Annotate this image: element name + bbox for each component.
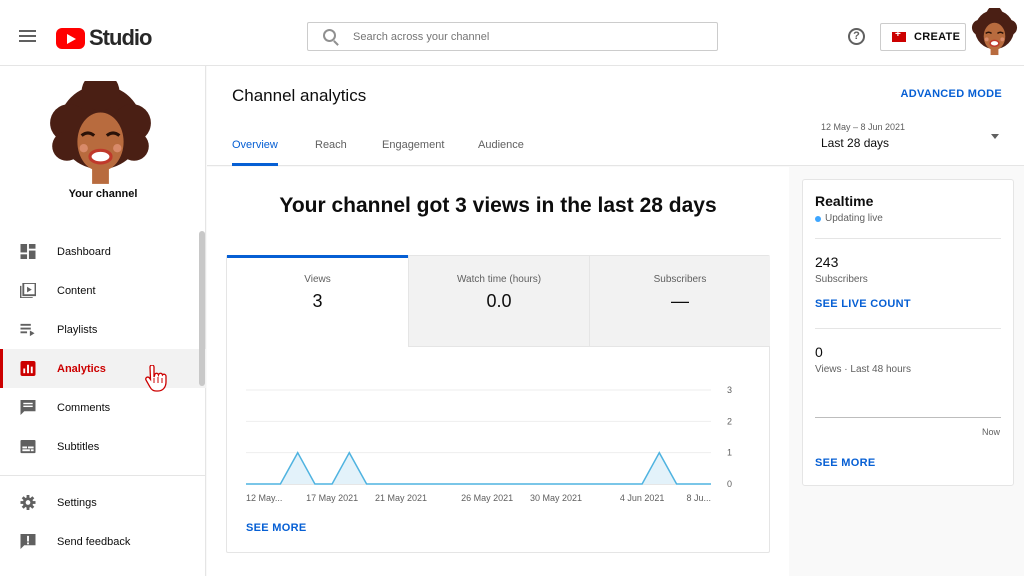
sidebar-item-label: Content xyxy=(57,284,96,297)
realtime-status-text: Updating live xyxy=(825,213,883,224)
realtime-status: Updating live xyxy=(815,213,883,224)
metric-label: Views xyxy=(304,274,331,285)
comments-icon xyxy=(20,400,36,415)
sidebar-item-dashboard[interactable]: Dashboard xyxy=(0,232,206,271)
menu-icon[interactable] xyxy=(19,30,36,42)
settings-icon xyxy=(20,495,36,510)
divider xyxy=(815,238,1001,239)
pointer-hand-icon xyxy=(145,365,167,392)
subscriber-label: Subscribers xyxy=(815,274,868,285)
series-line xyxy=(246,451,711,485)
create-button[interactable]: CREATE xyxy=(880,23,966,51)
x-tick-label: 26 May 2021 xyxy=(461,493,513,503)
analytics-header: Channel analytics ADVANCED MODE Overview… xyxy=(207,66,1024,166)
sidebar-item-label: Dashboard xyxy=(57,245,111,258)
realtime-see-more-link[interactable]: SEE MORE xyxy=(815,457,875,469)
sidebar-item-playlists[interactable]: Playlists xyxy=(0,310,206,349)
help-icon[interactable]: ? xyxy=(848,28,865,45)
account-avatar[interactable] xyxy=(970,8,1019,57)
realtime-card: Realtime Updating live 243 Subscribers S… xyxy=(802,179,1014,486)
overview-panel: Your channel got 3 views in the last 28 … xyxy=(207,167,789,576)
top-bar: Studio ? CREATE xyxy=(0,0,1024,66)
playlists-icon xyxy=(20,323,35,337)
series-area xyxy=(246,452,711,484)
sidebar-item-label: Subtitles xyxy=(57,440,100,453)
x-tick-label: 8 Ju... xyxy=(686,493,711,503)
youtube-play-icon xyxy=(56,27,85,49)
sidebar-item-subtitles[interactable]: Subtitles xyxy=(0,427,206,466)
live-dot-icon xyxy=(815,215,821,222)
sidebar-divider xyxy=(0,475,206,476)
x-tick-label: 4 Jun 2021 xyxy=(620,493,665,503)
search-box[interactable] xyxy=(307,22,718,51)
metric-label: Subscribers xyxy=(653,274,707,285)
chevron-down-icon[interactable] xyxy=(991,134,999,139)
feedback-icon xyxy=(20,534,36,549)
y-tick-label: 2 xyxy=(727,416,732,426)
date-period-select[interactable]: Last 28 days xyxy=(821,136,889,150)
subtitles-icon xyxy=(20,439,36,454)
studio-logo[interactable]: Studio xyxy=(56,25,152,51)
date-range-text[interactable]: 12 May – 8 Jun 2021 xyxy=(821,122,905,132)
sidebar-item-settings[interactable]: Settings xyxy=(0,483,206,522)
y-tick-label: 1 xyxy=(727,448,732,458)
x-tick-label: 12 May... xyxy=(246,493,282,503)
sidebar-scrollbar[interactable] xyxy=(199,231,205,386)
metrics-card: Views 3 Watch time (hours) 0.0 Subscribe… xyxy=(226,255,770,553)
see-more-link[interactable]: SEE MORE xyxy=(246,522,306,534)
sidebar-item-comments[interactable]: Comments xyxy=(0,388,206,427)
metric-tab-watch-time[interactable]: Watch time (hours) 0.0 xyxy=(408,256,589,347)
sidebar-item-content[interactable]: Content xyxy=(0,271,206,310)
x-tick-label: 17 May 2021 xyxy=(306,493,358,503)
y-tick-label: 3 xyxy=(727,385,732,395)
page-title: Channel analytics xyxy=(232,86,367,105)
sidebar-item-label: Send feedback xyxy=(57,535,131,548)
metric-value: — xyxy=(671,291,689,311)
views-line-chart: 0 1 2 3 12 May... 17 May 2021 21 May 2021 26 Ma… xyxy=(246,385,732,503)
channel-avatar[interactable] xyxy=(48,81,153,186)
content-icon xyxy=(20,283,36,298)
sidebar-item-label: Settings xyxy=(57,496,97,509)
sidebar-item-label: Playlists xyxy=(57,323,98,336)
create-label: CREATE xyxy=(914,31,961,43)
logo-text: Studio xyxy=(89,25,152,50)
now-label: Now xyxy=(981,427,1000,437)
metric-tab-views[interactable]: Views 3 xyxy=(227,255,408,347)
x-tick-label: 30 May 2021 xyxy=(530,493,582,503)
sidebar-item-label: Comments xyxy=(57,401,111,414)
sidebar-item-send-feedback[interactable]: Send feedback xyxy=(0,522,206,561)
metric-tab-subscribers[interactable]: Subscribers — xyxy=(589,256,770,347)
metric-value: 0.0 xyxy=(486,291,512,311)
tab-audience[interactable]: Audience xyxy=(478,139,524,166)
y-tick-label: 0 xyxy=(727,479,732,489)
realtime-views-label: Views · Last 48 hours xyxy=(815,364,911,375)
search-icon xyxy=(323,29,336,42)
realtime-title: Realtime xyxy=(815,193,874,209)
tab-overview[interactable]: Overview xyxy=(232,139,278,166)
tab-reach[interactable]: Reach xyxy=(315,139,347,166)
sidebar: Your channel Dashboard Content Playlists… xyxy=(0,66,206,576)
metric-label: Watch time (hours) xyxy=(456,274,542,285)
x-tick-label: 21 May 2021 xyxy=(375,493,427,503)
metric-value: 3 xyxy=(312,291,323,311)
sidebar-item-analytics[interactable]: Analytics xyxy=(0,349,206,388)
sidebar-item-label: Analytics xyxy=(57,362,106,375)
views-headline: Your channel got 3 views in the last 28 … xyxy=(279,194,717,217)
dashboard-icon xyxy=(20,244,36,259)
subscriber-count: 243 xyxy=(815,254,839,270)
realtime-views-count: 0 xyxy=(815,344,823,360)
tab-engagement[interactable]: Engagement xyxy=(382,139,444,166)
see-live-count-link[interactable]: SEE LIVE COUNT xyxy=(815,298,911,310)
advanced-mode-link[interactable]: ADVANCED MODE xyxy=(901,88,1002,100)
your-channel-label[interactable]: Your channel xyxy=(0,188,206,200)
realtime-chart-baseline xyxy=(815,417,1001,418)
analytics-icon xyxy=(20,361,36,376)
divider xyxy=(815,328,1001,329)
create-video-icon xyxy=(892,29,906,42)
search-input[interactable] xyxy=(353,30,693,43)
